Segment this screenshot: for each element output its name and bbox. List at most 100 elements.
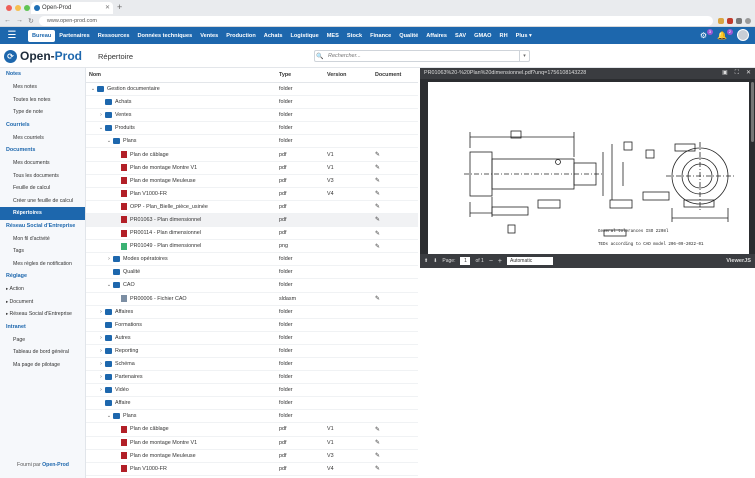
table-row[interactable]: ⌄ Plans folder [86, 135, 418, 149]
row-name[interactable]: PR01049 - Plan dimensionnel [130, 243, 201, 249]
table-row[interactable]: › Affaires folder [86, 306, 418, 319]
table-row[interactable]: Plan V1000-FR pdf V4 ✎ [86, 188, 418, 201]
close-tab-icon[interactable]: ✕ [105, 2, 110, 14]
table-row[interactable]: › Autres folder [86, 332, 418, 345]
nav-item[interactable]: Qualité [395, 30, 422, 42]
row-name[interactable]: PR00006 - Fichier CAO [130, 296, 187, 302]
reload-icon[interactable]: ↻ [28, 17, 34, 25]
table-row[interactable]: OPP - Plan_Bielle_pièce_usinée pdf ✎ [86, 201, 418, 214]
table-row[interactable]: PR00114 - Plan dimensionnel pdf ✎ [86, 227, 418, 241]
column-document[interactable]: Document [375, 72, 415, 78]
table-row[interactable]: Plan de montage Meuleuse pdf V3 ✎ [86, 175, 418, 188]
chevron-right-icon[interactable]: › [97, 374, 105, 380]
table-row[interactable]: › Vidéo folder [86, 384, 418, 398]
edit-pencil-icon[interactable]: ✎ [375, 439, 415, 446]
search-input[interactable] [328, 53, 519, 59]
extension-icon[interactable] [736, 17, 742, 24]
sidebar-section-title[interactable]: Documents [0, 144, 85, 157]
row-name[interactable]: Plan de montage Meuleuse [130, 453, 196, 459]
sidebar-item[interactable]: Ma page de pilotage [0, 359, 85, 372]
edit-pencil-icon[interactable]: ✎ [375, 203, 415, 210]
row-name[interactable]: Plan V1000-FR [130, 191, 167, 197]
edit-pencil-icon[interactable]: ✎ [375, 216, 415, 223]
row-name[interactable]: Reporting [115, 348, 138, 354]
hamburger-menu-icon[interactable]: ☰ [5, 27, 19, 44]
row-name[interactable]: OPP - Plan_Bielle_pièce_usinée [130, 204, 208, 210]
close-window-icon[interactable] [6, 5, 12, 11]
edit-pencil-icon[interactable]: ✎ [375, 426, 415, 433]
sidebar-item[interactable]: Type de note [0, 106, 85, 119]
sidebar-item[interactable]: Mes courriels [0, 132, 85, 145]
row-name[interactable]: Vidéo [115, 387, 129, 393]
previous-page-icon[interactable]: ⬆ [424, 258, 428, 264]
sidebar-item[interactable]: Toutes les notes [0, 94, 85, 107]
table-row[interactable]: Plan de montage Meuleuse pdf V3 ✎ [86, 450, 418, 463]
edit-pencil-icon[interactable]: ✎ [375, 465, 415, 472]
row-name[interactable]: Plan de montage Montre V1 [130, 440, 197, 446]
column-type[interactable]: Type [279, 72, 327, 78]
chevron-right-icon[interactable]: › [97, 309, 105, 315]
edit-pencil-icon[interactable]: ✎ [375, 177, 415, 184]
row-name[interactable]: Produits [115, 125, 135, 131]
nav-item[interactable]: Finance [366, 30, 395, 42]
url-field[interactable]: www.open-prod.com [38, 15, 713, 26]
nav-item[interactable]: Production [222, 30, 260, 42]
edit-pencil-icon[interactable]: ✎ [375, 164, 415, 171]
new-tab-icon[interactable]: + [117, 2, 122, 12]
sidebar-section-title[interactable]: Réseau Social d'Entreprise [0, 220, 85, 233]
sidebar-item[interactable]: Mon fil d'activité [0, 233, 85, 246]
sidebar-item[interactable]: Mes règles de notification [0, 258, 85, 271]
nav-item[interactable]: Plus ▾ [512, 30, 536, 42]
nav-item[interactable]: Achats [260, 30, 287, 42]
nav-item[interactable]: Données techniques [133, 30, 196, 42]
nav-item[interactable]: Logistique [286, 30, 322, 42]
chevron-down-icon[interactable]: ⌄ [105, 138, 113, 144]
chevron-down-icon[interactable]: ⌄ [97, 125, 105, 131]
table-row[interactable]: Plan de montage Montre V1 pdf V1 ✎ [86, 162, 418, 175]
table-row[interactable]: ⌄ Plans folder [86, 410, 418, 424]
table-row[interactable]: Affaire folder [86, 397, 418, 411]
nav-item[interactable]: Affaires [422, 30, 451, 42]
maximize-window-icon[interactable] [24, 5, 30, 11]
row-name[interactable]: Plan de montage Montre V1 [130, 165, 197, 171]
logo[interactable]: ⟳ Open-Prod [4, 49, 82, 63]
sidebar-item[interactable]: Réseau Social d'Entreprise [0, 308, 85, 321]
minimize-window-icon[interactable] [15, 5, 21, 11]
row-name[interactable]: Schéma [115, 361, 135, 367]
row-name[interactable]: PR01063 - Plan dimensionnel [130, 217, 201, 223]
page-number-input[interactable]: 1 [460, 257, 471, 265]
table-row[interactable]: PR01049 - Plan dimensionnel png ✎ [86, 240, 418, 254]
bell-icon[interactable]: 🔔 2 [717, 28, 733, 40]
back-icon[interactable]: ← [4, 17, 11, 24]
zoom-select[interactable]: Automatic [507, 257, 554, 265]
sidebar-section-title[interactable]: Intranet [0, 321, 85, 334]
sidebar-item[interactable]: Action [0, 283, 85, 296]
sidebar-section-title[interactable]: Courriels [0, 119, 85, 132]
table-row[interactable]: ⌄ Produits folder [86, 122, 418, 136]
sidebar-item[interactable]: Feuille de calcul [0, 182, 85, 195]
sidebar-item[interactable]: Document [0, 296, 85, 309]
row-name[interactable]: Achats [115, 99, 131, 105]
row-name[interactable]: Formations [115, 322, 142, 328]
fullscreen-icon[interactable]: ⛶ [735, 68, 739, 79]
chevron-down-icon[interactable]: ⌄ [105, 413, 113, 419]
sidebar-item[interactable]: Mes documents [0, 157, 85, 170]
chevron-right-icon[interactable]: › [97, 387, 105, 393]
nav-item[interactable]: Ressources [94, 30, 134, 42]
extension-icon[interactable] [718, 17, 724, 24]
nav-item[interactable]: Stock [343, 30, 366, 42]
row-name[interactable]: Plans [123, 138, 137, 144]
presentation-icon[interactable]: ▣ [722, 68, 728, 79]
table-row[interactable]: › Ventes folder [86, 109, 418, 123]
table-row[interactable]: › Schéma folder [86, 358, 418, 372]
chevron-down-icon[interactable]: ▾ [519, 51, 529, 61]
chevron-right-icon[interactable]: › [97, 361, 105, 367]
nav-item[interactable]: Ventes [196, 30, 222, 42]
table-row[interactable]: PR00006 - Fichier CAO sldasm ✎ [86, 293, 418, 306]
table-row[interactable]: Plan de câblage pdf V1 ✎ [86, 148, 418, 162]
chevron-right-icon[interactable]: › [97, 335, 105, 341]
row-name[interactable]: Gestion documentaire [107, 86, 160, 92]
profile-icon[interactable] [745, 17, 751, 24]
row-name[interactable]: Plan V1000-FR [130, 466, 167, 472]
row-name[interactable]: Modes opératoires [123, 256, 168, 262]
